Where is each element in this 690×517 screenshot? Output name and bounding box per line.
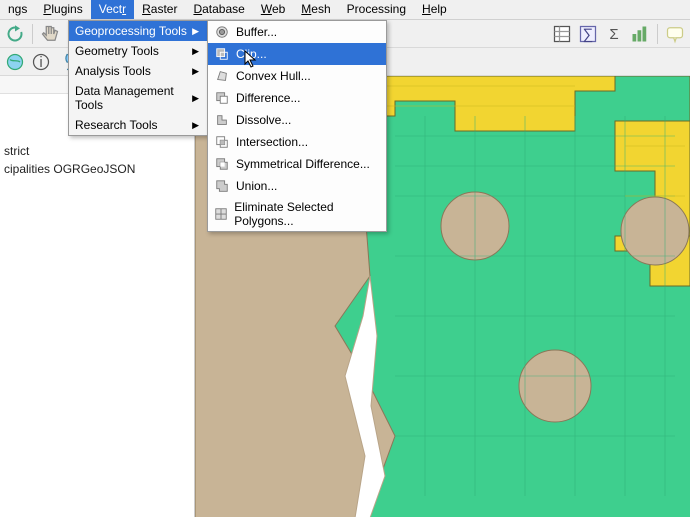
menu-plugins[interactable]: Plugins — [35, 0, 90, 19]
layers-panel: ▭ strict cipalities OGRGeoJSON — [0, 76, 195, 517]
svg-text:∑: ∑ — [583, 26, 594, 43]
geoprocessing-submenu: Buffer... Clip... Convex Hull... Differe… — [207, 20, 387, 232]
difference-icon — [214, 90, 230, 106]
tooltip-icon[interactable] — [664, 23, 686, 45]
submenu-eliminate[interactable]: Eliminate Selected Polygons... — [208, 197, 386, 231]
sigma-icon[interactable]: Σ — [603, 23, 625, 45]
submenu-convex-hull[interactable]: Convex Hull... — [208, 65, 386, 87]
stats-icon[interactable] — [629, 23, 651, 45]
menubar: ngs Plugins Vectr Raster Database Web Me… — [0, 0, 690, 20]
attributes-icon[interactable] — [551, 23, 573, 45]
svg-text:i: i — [39, 54, 42, 71]
submenu-difference[interactable]: Difference... — [208, 87, 386, 109]
symdiff-icon — [214, 156, 230, 172]
intersection-icon — [214, 134, 230, 150]
dissolve-icon — [214, 112, 230, 128]
submenu-union[interactable]: Union... — [208, 175, 386, 197]
union-icon — [214, 178, 230, 194]
menu-vector[interactable]: Vectr — [91, 0, 134, 19]
refresh-icon[interactable] — [4, 23, 26, 45]
menu-mesh[interactable]: Mesh — [293, 0, 338, 19]
layer-item[interactable]: cipalities OGRGeoJSON — [4, 160, 188, 178]
clip-icon — [214, 46, 230, 62]
vector-menu-dropdown: Geoprocessing Tools▶ Geometry Tools▶ Ana… — [68, 20, 208, 136]
menu-research-tools[interactable]: Research Tools▶ — [69, 115, 207, 135]
submenu-symmetrical-difference[interactable]: Symmetrical Difference... — [208, 153, 386, 175]
globe-icon[interactable] — [4, 51, 26, 73]
eliminate-icon — [214, 206, 228, 222]
buffer-icon — [214, 24, 230, 40]
submenu-buffer[interactable]: Buffer... — [208, 21, 386, 43]
menu-processing[interactable]: Processing — [339, 0, 414, 19]
menu-analysis-tools[interactable]: Analysis Tools▶ — [69, 61, 207, 81]
menu-help[interactable]: Help — [414, 0, 455, 19]
menu-data-management-tools[interactable]: Data Management Tools▶ — [69, 81, 207, 115]
identify-icon[interactable]: i — [30, 51, 52, 73]
convex-hull-icon — [214, 68, 230, 84]
field-calc-icon[interactable]: ∑ — [577, 23, 599, 45]
menu-web[interactable]: Web — [253, 0, 293, 19]
submenu-intersection[interactable]: Intersection... — [208, 131, 386, 153]
submenu-clip[interactable]: Clip... — [208, 43, 386, 65]
menu-database[interactable]: Database — [185, 0, 252, 19]
svg-text:Σ: Σ — [609, 26, 618, 43]
menu-geometry-tools[interactable]: Geometry Tools▶ — [69, 41, 207, 61]
menu-settings[interactable]: ngs — [0, 0, 35, 19]
layer-item[interactable]: strict — [4, 142, 188, 160]
menu-raster[interactable]: Raster — [134, 0, 185, 19]
menu-geoprocessing-tools[interactable]: Geoprocessing Tools▶ — [69, 21, 207, 41]
hand-pan-icon[interactable] — [39, 23, 61, 45]
submenu-dissolve[interactable]: Dissolve... — [208, 109, 386, 131]
